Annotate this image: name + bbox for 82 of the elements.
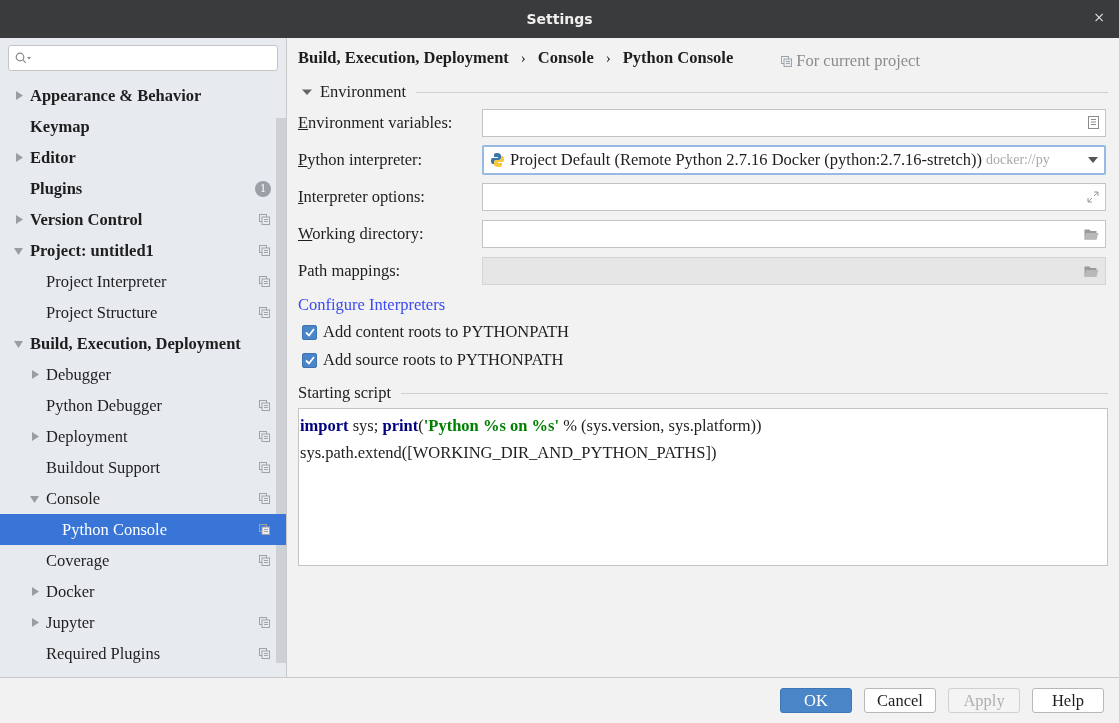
scope-label: For current project [796, 51, 920, 71]
configure-interpreters-link[interactable]: Configure Interpreters [298, 292, 446, 318]
collapsed-arrow-icon[interactable] [30, 587, 39, 596]
section-title: Starting script [298, 383, 392, 403]
settings-tree-item[interactable]: Keymap [0, 111, 286, 142]
project-scope-icon [259, 462, 270, 473]
settings-tree-item[interactable]: Python Debugger [0, 390, 286, 421]
project-scope-icon [259, 276, 270, 287]
dialog-button[interactable]: Cancel [864, 688, 936, 713]
expanded-arrow-icon[interactable] [30, 494, 39, 503]
expand-icon[interactable] [1087, 190, 1099, 203]
dialog-button[interactable]: Help [1032, 688, 1104, 713]
settings-tree-item[interactable]: Project: untitled1 [0, 235, 286, 266]
settings-tree-item[interactable]: Coverage [0, 545, 286, 576]
project-scope-icon [259, 648, 270, 659]
checkbox-label: Add source roots to PYTHONPATH [323, 350, 564, 370]
project-scope-icon [781, 55, 793, 67]
window-title: Settings [526, 11, 593, 27]
field-label: Python interpreter: [298, 149, 424, 170]
dropdown-caret-icon[interactable] [1088, 156, 1098, 163]
search-field[interactable] [8, 45, 278, 71]
project-scope-icon [259, 617, 270, 628]
collapsed-arrow-icon[interactable] [14, 153, 23, 162]
breadcrumb-separator: › [520, 49, 526, 67]
collapsed-arrow-icon[interactable] [30, 370, 39, 379]
settings-tree-item[interactable]: Project Interpreter [0, 266, 286, 297]
expanded-arrow-icon[interactable] [302, 87, 312, 97]
checkbox[interactable] [302, 324, 317, 340]
settings-tree-item[interactable]: Docker [0, 576, 286, 607]
collapsed-arrow-icon[interactable] [30, 618, 39, 627]
breadcrumb-separator: › [605, 49, 611, 67]
expanded-arrow-icon[interactable] [14, 339, 23, 348]
field-label: Interpreter options: [298, 186, 426, 207]
settings-tree-item[interactable]: Version Control [0, 204, 286, 235]
text-field[interactable] [482, 108, 1106, 137]
collapsed-arrow-icon[interactable] [14, 215, 23, 224]
count-badge: 1 [255, 180, 271, 197]
field-label: Path mappings: [298, 260, 402, 281]
code-editor[interactable]: import sys; print('Python %s on %s' % (sys.version, sys.platform)) sys.path.extend([WORKING_DIR_AND_PYTHON_PATHS]) [298, 408, 1108, 566]
scrollbar[interactable] [276, 118, 286, 663]
collapsed-arrow-icon[interactable] [30, 432, 39, 441]
settings-tree-item[interactable]: Jupyter [0, 607, 286, 638]
breadcrumb-item: Python Console [622, 48, 734, 68]
search-icon [15, 52, 31, 64]
section-title: Environment [320, 82, 407, 102]
project-scope-icon [259, 493, 270, 504]
project-scope-icon [259, 555, 270, 566]
text-field[interactable] [482, 219, 1106, 248]
close-button[interactable]: × [1093, 9, 1105, 25]
project-scope-icon [259, 245, 270, 256]
settings-tree-item[interactable]: Console [0, 483, 286, 514]
python-logo-icon [490, 151, 506, 168]
settings-tree-item[interactable]: Editor [0, 142, 286, 173]
settings-tree-item[interactable]: Debugger [0, 359, 286, 390]
project-scope-icon [259, 400, 270, 411]
settings-tree-item[interactable]: Deployment [0, 421, 286, 452]
project-scope-icon [259, 431, 270, 442]
field-label: Working directory: [298, 223, 425, 244]
interpreter-dropdown[interactable]: Project Default (Remote Python 2.7.16 Docker (python:2.7.16-stretch)) docker://py [482, 144, 1106, 175]
document-icon[interactable] [1088, 116, 1099, 129]
settings-tree-item[interactable]: Required Plugins [0, 638, 286, 669]
settings-tree-item[interactable]: Build, Execution, Deployment [0, 328, 286, 359]
settings-tree-item[interactable]: Project Structure [0, 297, 286, 328]
project-scope-icon [259, 214, 270, 225]
settings-tree-item[interactable]: Plugins 1 [0, 173, 286, 204]
dialog-button[interactable]: OK [780, 688, 852, 713]
project-scope-icon [259, 524, 270, 535]
breadcrumb-item: Build, Execution, Deployment [298, 48, 509, 68]
settings-tree-item[interactable]: Buildout Support [0, 452, 286, 483]
code-line: import sys; print('Python %s on %s' % (sys.version, sys.platform)) [300, 414, 763, 437]
text-field[interactable] [482, 182, 1106, 211]
project-scope-icon [259, 307, 270, 318]
code-line: sys.path.extend([WORKING_DIR_AND_PYTHON_PATHS]) [300, 441, 718, 464]
expanded-arrow-icon[interactable] [14, 246, 23, 255]
settings-tree-item[interactable]: Appearance & Behavior [0, 80, 286, 111]
field-label: Environment variables: [298, 112, 454, 133]
breadcrumb-item: Console [537, 48, 594, 68]
settings-tree-item[interactable]: Python Console [0, 514, 286, 545]
collapsed-arrow-icon[interactable] [14, 91, 23, 100]
checkbox-label: Add content roots to PYTHONPATH [323, 322, 569, 342]
checkbox[interactable] [302, 352, 317, 368]
folder-icon[interactable] [1084, 227, 1099, 240]
